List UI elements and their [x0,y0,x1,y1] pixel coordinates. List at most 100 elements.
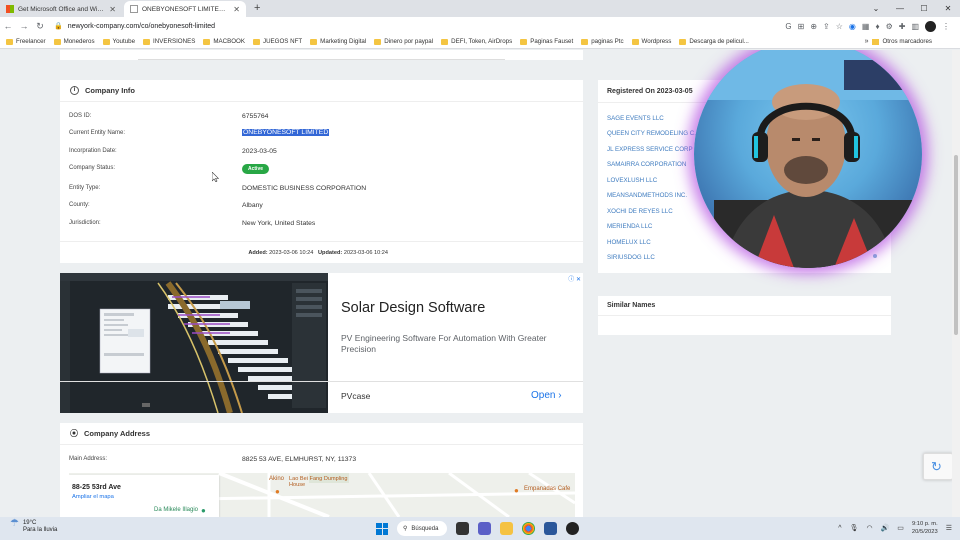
bookmark-folder[interactable]: Descarga de pelicul... [679,38,749,45]
close-window-button[interactable]: ✕ [936,0,960,17]
registered-company-link[interactable]: XOCHI DE REYES LLC [607,208,673,215]
bookmark-folder[interactable]: Wordpress [631,38,671,45]
extension-icon[interactable]: ▦ [862,22,870,31]
folder-icon [374,38,382,45]
bookmark-folder[interactable]: MACBOOK [203,38,245,45]
clock[interactable]: 9:10 p. m. 20/5/2023 [912,520,938,536]
bookmark-folder[interactable]: DEFI, Token, AirDrops [441,38,512,45]
bookmark-folder[interactable]: Paginas Fauset [520,38,573,45]
field-label: Current Entity Name: [69,130,126,136]
battery-icon[interactable]: ▭ [897,524,904,532]
restaurant-pin-icon[interactable]: ● [514,486,519,495]
microphone-icon[interactable]: 🎙 [850,524,859,532]
side-panel-icon[interactable]: ▥ [911,22,919,31]
chrome-icon[interactable] [522,522,535,535]
tab-microsoft-office[interactable]: Get Microsoft Office and Windo... ✕ [0,1,122,17]
entity-name-value[interactable]: ONEBYONESOFT LIMITED [242,129,330,136]
lock-icon[interactable]: 🔒 [54,22,63,30]
bookmark-folder[interactable]: INVERSIONES [143,38,195,45]
scrollbar-thumb[interactable] [954,155,958,335]
status-badge: Active [242,164,270,174]
windows-start-icon[interactable] [376,522,388,535]
address-bar[interactable]: 🔒 newyork-company.com/co/onebyonesoft-li… [54,22,215,31]
maximize-button[interactable]: ☐ [912,0,936,17]
extension-icon[interactable]: ⚙ [886,22,893,31]
google-icon[interactable]: G [785,22,791,31]
ad-choices-icon[interactable]: ⓘ ✕ [568,274,581,283]
map-card-title: 88-25 53rd Ave [72,484,121,491]
close-tab-icon[interactable]: ✕ [109,5,116,14]
bookmark-star-icon[interactable]: ☆ [836,22,843,31]
more-bookmarks-button[interactable]: » [865,38,869,45]
recaptcha-badge[interactable]: ↻ [923,453,953,480]
store-icon[interactable] [544,522,557,535]
map-embed[interactable]: 88-25 53rd Ave Ampliar el mapa Akino ● L… [69,473,575,517]
folder-icon [441,38,449,45]
bookmark-folder[interactable]: Monederos [53,38,95,45]
page-scrollbar[interactable] [952,50,960,517]
ad-banner[interactable]: ⓘ ✕ Solar Design Software PV Engineering… [60,273,583,413]
extension-icon[interactable]: ◉ [849,22,856,31]
restaurant-pin-icon[interactable]: ● [275,487,280,496]
wifi-icon[interactable]: ◠ [866,524,872,532]
taskbar-search[interactable]: ⚲ Búsqueda [397,521,447,536]
teams-chat-icon[interactable] [478,522,491,535]
zoom-icon[interactable]: ⊕ [810,22,817,31]
bookmark-folder[interactable]: JUEGOS NFT [252,38,302,45]
bookmark-folder[interactable]: Youtube [102,38,135,45]
bookmark-folder[interactable]: paginas Ptc [581,38,624,45]
company-info-card: i Company Info DOS ID: 6755764 Current E… [60,80,583,263]
registered-company-link[interactable]: LOVEXLUSH LLC [607,177,657,184]
back-icon[interactable]: ← [0,21,16,31]
extensions-puzzle-icon[interactable]: ✚ [899,22,906,31]
registered-company-link[interactable]: HOMELUX LLC [607,239,651,246]
ad-image[interactable] [60,273,328,413]
registered-company-link[interactable]: MERIENDA LLC [607,223,652,230]
bookmark-folder[interactable]: Dinero por paypal [374,38,433,45]
reload-icon[interactable]: ↻ [32,21,48,32]
share-icon[interactable]: ⇪ [823,22,830,31]
place-pin-icon[interactable]: ● [201,506,206,515]
notifications-icon[interactable]: ☰ [946,524,952,532]
close-tab-icon[interactable]: ✕ [233,5,240,14]
menu-icon[interactable]: ⋮ [942,22,950,31]
registered-company-link[interactable]: JL EXPRESS SERVICE CORP [607,146,693,153]
info-icon: i [70,86,79,95]
tab-search-icon[interactable]: ⌄ [864,0,888,17]
profile-avatar[interactable] [925,20,936,32]
enlarge-map-link[interactable]: Ampliar el mapa [72,494,114,500]
new-tab-button[interactable]: + [246,1,268,17]
similar-names-card: Similar Names [598,296,891,335]
weather-widget[interactable]: ☂ 19°C Para la lluvia [10,519,57,534]
bookmark-folder[interactable]: Freelancer [6,38,46,45]
other-bookmarks-folder[interactable]: Otros marcadores [872,38,932,45]
ad-description[interactable]: PV Engineering Software For Automation W… [341,333,571,354]
field-label: Company Status: [69,165,116,171]
bookmark-folder[interactable]: Marketing Digital [310,38,366,45]
task-view-icon[interactable] [456,522,469,535]
ad-open-button[interactable]: Open › [531,390,562,401]
registered-company-link[interactable]: QUEEN CITY REMODELING C... [607,130,699,137]
ad-brand[interactable]: PVcase [341,391,370,401]
streamer-webcam-image [694,50,922,268]
registered-company-link[interactable]: SIRIUSDOG LLC [607,254,655,261]
registered-company-link[interactable]: MEANSANDMETHODS INC. [607,192,687,199]
window-controls: ⌄ — ☐ ✕ [864,0,960,17]
dot-indicator-icon [873,254,877,258]
registered-company-link[interactable]: SAGE EVENTS LLC [607,115,664,122]
registered-company-link[interactable]: SAMAIRRA CORPORATION [607,161,686,168]
url-text[interactable]: newyork-company.com/co/onebyonesoft-limi… [68,23,215,30]
bookmark-label: Freelancer [16,38,46,45]
app-icon[interactable] [566,522,579,535]
map-place-label: Empanadas Cafe [524,486,571,492]
volume-icon[interactable]: 🔊 [881,524,890,532]
forward-icon[interactable]: → [16,21,32,31]
folder-icon [252,38,260,45]
tab-onebyonesoft[interactable]: ONEBYONESOFT LIMITED - New... ✕ [124,1,246,17]
translate-icon[interactable]: ⊞ [798,22,805,31]
minimize-button[interactable]: — [888,0,912,17]
ad-title[interactable]: Solar Design Software [341,300,485,316]
show-hidden-icons-icon[interactable]: ^ [838,525,841,532]
file-explorer-icon[interactable] [500,522,513,535]
extension-icon[interactable]: ♦ [875,22,879,31]
